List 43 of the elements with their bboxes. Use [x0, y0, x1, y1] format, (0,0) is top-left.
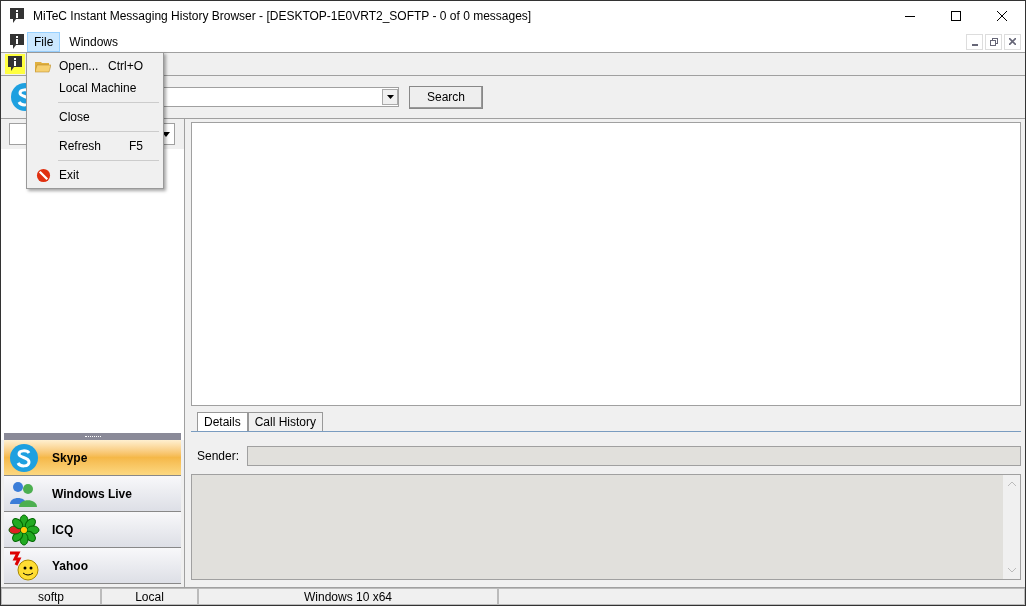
search-button[interactable]: Search	[409, 85, 483, 109]
minimize-icon	[905, 15, 915, 17]
app-icon	[9, 7, 25, 25]
restore-icon	[989, 37, 998, 46]
folder-icon	[35, 59, 51, 73]
status-panel: Windows 10 x64	[198, 588, 498, 605]
menu-item[interactable]: Windows	[62, 31, 126, 52]
menu-item[interactable]: File	[27, 31, 61, 52]
tab[interactable]: Details	[197, 412, 248, 431]
maximize-icon	[951, 11, 961, 21]
s-logo-icon	[8, 441, 40, 474]
tab[interactable]: Call History	[247, 412, 324, 431]
details-text-area[interactable]	[191, 474, 1021, 580]
info-icon	[7, 55, 23, 73]
service-tab[interactable]: Skype	[4, 440, 181, 476]
prohibited-icon	[35, 167, 51, 183]
mdi-close-button[interactable]	[1004, 33, 1021, 50]
scrollbar[interactable]	[1003, 475, 1020, 579]
menu-item[interactable]: Open... Ctrl+O	[27, 55, 163, 77]
scroll-down-icon	[1007, 568, 1016, 573]
scroll-up-icon	[1007, 481, 1016, 486]
menu-item[interactable]: Refresh F5	[27, 135, 163, 157]
minimize-icon	[971, 43, 978, 46]
dropdown-arrow-icon	[386, 95, 394, 99]
menu-item[interactable]: Exit	[27, 164, 163, 186]
close-icon	[1009, 38, 1016, 45]
smiley-icon	[8, 549, 40, 582]
close-icon	[997, 11, 1007, 21]
menu-item[interactable]: Close	[27, 106, 163, 128]
sender-label: Sender:	[197, 448, 240, 465]
service-tab[interactable]: ICQ	[4, 512, 181, 548]
mdi-minimize-button[interactable]	[966, 33, 983, 50]
menu-item[interactable]: Local Machine	[27, 77, 163, 99]
mdi-restore-button[interactable]	[985, 33, 1002, 50]
service-tab[interactable]: Yahoo	[4, 548, 181, 584]
flower-icon	[8, 513, 40, 546]
status-panel: Local	[101, 588, 198, 605]
status-panel: softp	[1, 588, 101, 605]
sender-field[interactable]	[247, 446, 1021, 466]
about-button[interactable]	[5, 54, 25, 74]
splitter-handle[interactable]	[4, 433, 181, 440]
service-tab[interactable]: Windows Live	[4, 476, 181, 512]
window-title: MiTeC Instant Messaging History Browser - [DESKTOP-1E0VRT2_SOFTP - 0 of 0 messages]	[33, 8, 532, 25]
